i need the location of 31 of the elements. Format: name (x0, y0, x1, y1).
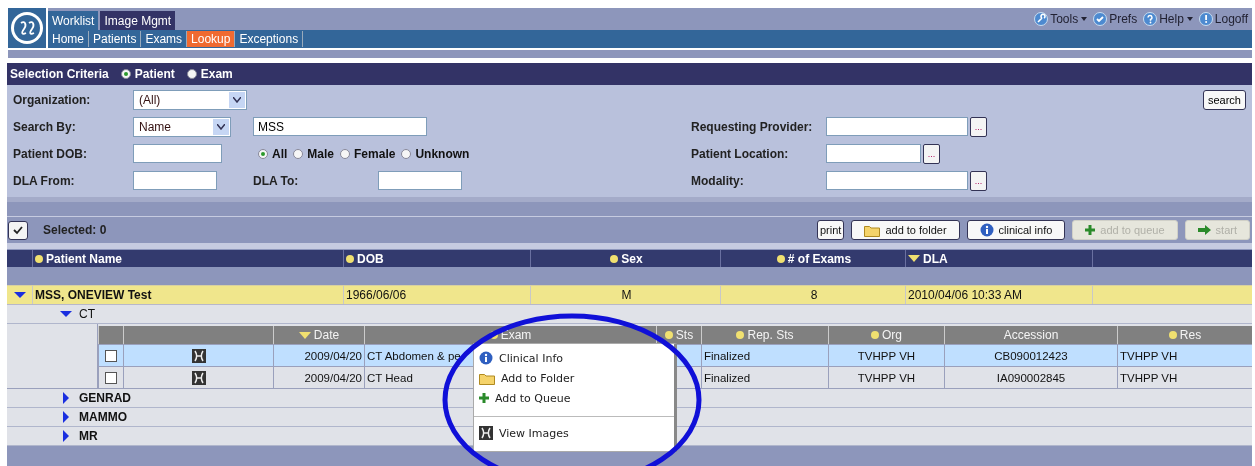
group-label: MR (79, 429, 98, 443)
field-label: Modality: (691, 173, 745, 188)
table-cell: 2010/04/06 10:33 AM (908, 288, 1023, 302)
group-label: GENRAD (79, 391, 131, 405)
table-cell: MSS, ONEVIEW Test (35, 288, 152, 302)
field-label: Organization: (13, 92, 92, 107)
field-label: DLA From: (13, 173, 76, 188)
table-cell: TVHPP VH (1120, 371, 1178, 384)
table-cell: 1966/06/06 (346, 288, 407, 302)
table-cell: CT Abdomen & pe (367, 349, 461, 362)
table-cell: TVHPP VH (1120, 349, 1178, 362)
field-label: Patient DOB: (13, 146, 88, 161)
table-cell: CB090012423 (994, 349, 1068, 362)
group-label: MAMMO (79, 410, 127, 424)
table-cell: Finalized (704, 349, 751, 362)
table-cell: 8 (810, 288, 818, 302)
table-cell: TVHPP VH (857, 371, 916, 384)
field-label: DLA To: (253, 173, 300, 188)
field-label: Patient Location: (691, 146, 790, 161)
table-cell: 2009/04/20 (304, 349, 362, 362)
table-cell: M (621, 288, 632, 302)
table-cell: CT Head (367, 371, 413, 384)
table-cell: Finalized (704, 371, 751, 384)
selected-count: Selected: 0 (43, 223, 107, 237)
section-title: Selection Criteria (10, 67, 109, 81)
table-cell: 2009/04/20 (304, 371, 362, 384)
group-label: CT (79, 307, 95, 321)
table-cell: TVHPP VH (857, 349, 916, 362)
field-label: Search By: (13, 119, 77, 134)
field-label: Requesting Provider: (691, 119, 814, 134)
table-cell: IA090002845 (996, 371, 1066, 384)
